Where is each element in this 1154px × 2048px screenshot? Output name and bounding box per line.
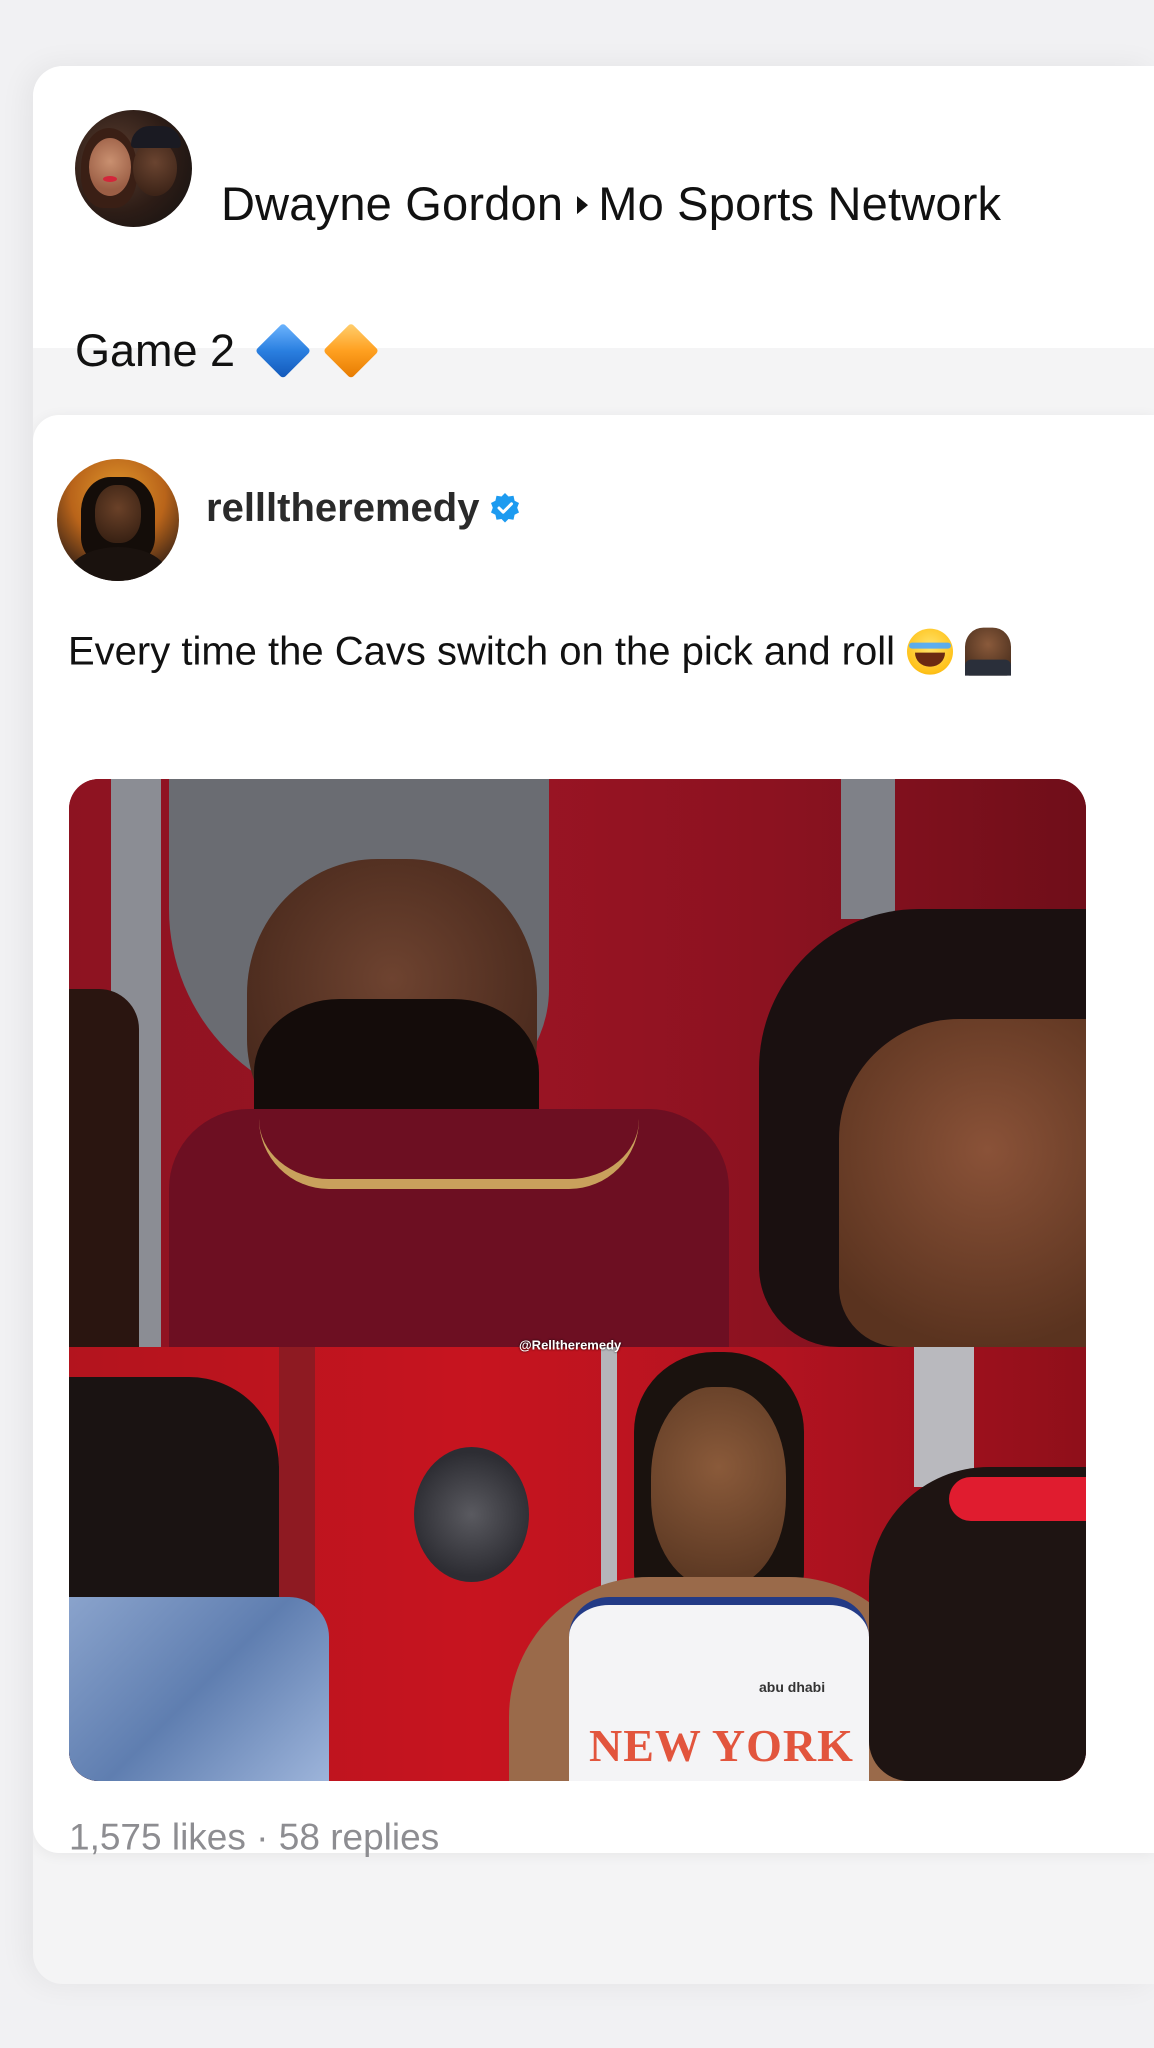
verified-badge-icon bbox=[491, 493, 520, 523]
post-title: Dwayne Gordon Mo Sports Network bbox=[221, 180, 1001, 227]
shared-text: Every time the Cavs switch on the pick a… bbox=[68, 629, 896, 674]
author-name[interactable]: Dwayne Gordon bbox=[221, 177, 563, 230]
meme-bottom-panel bbox=[69, 1347, 1086, 1781]
shared-author-avatar[interactable] bbox=[57, 459, 179, 581]
engagement-stats[interactable]: 1,575 likes · 58 replies bbox=[69, 1819, 439, 1856]
shared-post-text: Every time the Cavs switch on the pick a… bbox=[68, 627, 1012, 676]
post-card: Dwayne Gordon Mo Sports Network Game 2 re… bbox=[33, 66, 1154, 1984]
orange-diamond-icon bbox=[323, 322, 380, 379]
triangle-right-icon bbox=[577, 195, 589, 214]
blue-diamond-icon bbox=[255, 322, 312, 379]
image-watermark: @Relltheremedy bbox=[519, 1337, 622, 1353]
face-with-tears-of-joy-icon bbox=[907, 628, 954, 675]
shared-post-card[interactable]: rellltheremedy Every time the Cavs switc… bbox=[33, 415, 1154, 1856]
author-avatar[interactable] bbox=[75, 110, 192, 227]
post-caption: Game 2 bbox=[75, 322, 380, 379]
username-text: rellltheremedy bbox=[206, 486, 480, 530]
jersey-lettering: NEW YORK bbox=[589, 1720, 854, 1771]
meme-image[interactable]: @Relltheremedy abu dhabi NEW YORK bbox=[69, 779, 1086, 1781]
group-name[interactable]: Mo Sports Network bbox=[598, 177, 1001, 230]
post-header: Dwayne Gordon Mo Sports Network Game 2 bbox=[33, 66, 1154, 379]
caption-text: Game 2 bbox=[75, 324, 236, 376]
shared-username[interactable]: rellltheremedy bbox=[206, 488, 521, 528]
jersey-sponsor: abu dhabi bbox=[759, 1679, 826, 1695]
person-facepalming-icon bbox=[965, 627, 1012, 676]
meme-top-panel bbox=[69, 779, 1086, 1347]
